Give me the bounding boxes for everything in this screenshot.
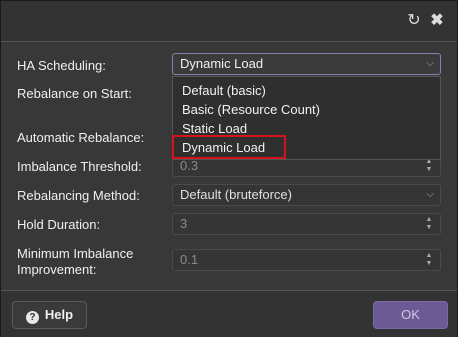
ok-button[interactable]: OK	[373, 301, 448, 329]
help-icon: ?	[25, 311, 39, 324]
reset-icon[interactable]: ↻	[406, 13, 422, 29]
minimum-imbalance-improvement-value: 0.1	[180, 252, 199, 267]
dialog-footer: ? Help OK	[1, 290, 457, 337]
dropdown-option[interactable]: Basic (Resource Count)	[182, 102, 320, 118]
hold-duration-input[interactable]: 3 ▲ ▼	[172, 213, 441, 235]
imbalance-threshold-label: Imbalance Threshold:	[17, 159, 142, 174]
ha-scheduling-label: HA Scheduling:	[17, 58, 106, 73]
minimum-imbalance-improvement-input[interactable]: 0.1 ▲ ▼	[172, 249, 441, 271]
ha-scheduling-dialog: ↻ ✖ HA Scheduling: Dynamic Load ⌵ Rebala…	[0, 0, 458, 337]
spinner-icon[interactable]: ▲ ▼	[424, 216, 434, 232]
rebalance-on-start-label: Rebalance on Start:	[17, 86, 132, 101]
automatic-rebalance-label: Automatic Rebalance:	[17, 130, 145, 145]
help-label: Help	[44, 307, 74, 322]
dropdown-option[interactable]: Default (basic)	[182, 83, 266, 99]
close-icon[interactable]: ✖	[429, 13, 445, 29]
rebalancing-method-value: Default (bruteforce)	[180, 187, 292, 202]
rebalancing-method-select[interactable]: Default (bruteforce) ⌵	[172, 184, 441, 206]
ha-scheduling-select[interactable]: Dynamic Load ⌵	[172, 53, 441, 75]
hold-duration-label: Hold Duration:	[17, 217, 101, 232]
highlight-box	[172, 135, 286, 159]
imbalance-threshold-value: 0.3	[180, 158, 199, 173]
ha-scheduling-value: Dynamic Load	[180, 56, 264, 71]
ok-label: OK	[401, 307, 420, 322]
chevron-down-icon: ⌵	[426, 189, 434, 200]
dialog-titlebar: ↻ ✖	[1, 1, 457, 42]
spinner-icon[interactable]: ▲ ▼	[424, 158, 434, 174]
hold-duration-value: 3	[180, 216, 188, 231]
spinner-icon[interactable]: ▲ ▼	[424, 252, 434, 268]
help-button[interactable]: ? Help	[12, 301, 87, 329]
chevron-down-icon: ⌵	[426, 58, 434, 69]
minimum-imbalance-improvement-label: Minimum Imbalance Improvement:	[17, 246, 134, 277]
rebalancing-method-label: Rebalancing Method:	[17, 188, 140, 203]
